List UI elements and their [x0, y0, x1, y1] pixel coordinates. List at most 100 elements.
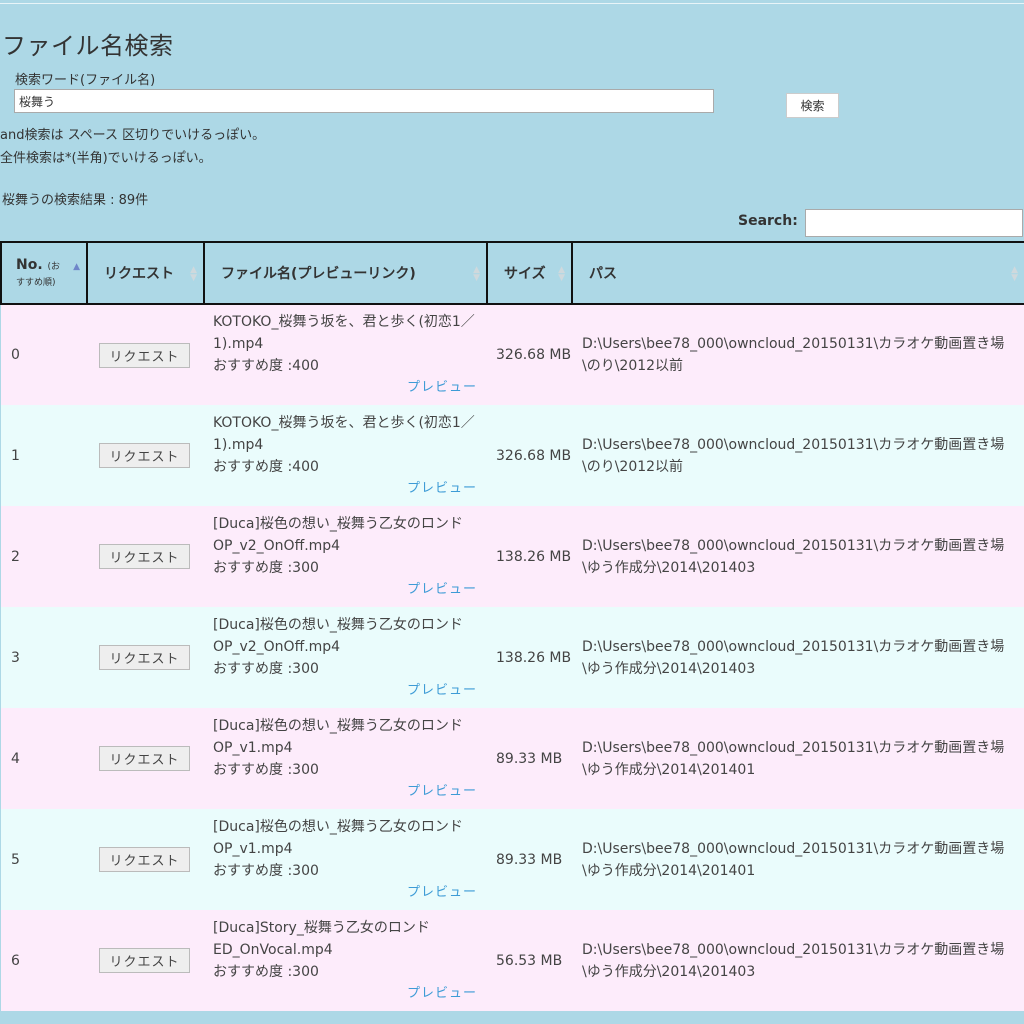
search-label: 検索ワード(ファイル名)	[15, 73, 156, 88]
request-cell: リクエスト	[87, 506, 204, 607]
search-button[interactable]: 検索	[786, 93, 839, 118]
file-name: [Duca]桜色の想い_桜舞う乙女のロンドOP_v2_OnOff.mp4	[213, 515, 463, 554]
column-header-no[interactable]: No. (お すすめ順) ▲	[0, 241, 88, 305]
file-size: 89.33 MB	[487, 809, 572, 910]
help-text-all-search: 全件検索は*(半角)でいけるっぽい。	[0, 151, 212, 166]
filename-cell: [Duca]桜色の想い_桜舞う乙女のロンドOP_v1.mp4 おすすめ度 :30…	[204, 809, 487, 910]
table-row: 3 リクエスト [Duca]桜色の想い_桜舞う乙女のロンドOP_v2_OnOff…	[1, 607, 1024, 708]
search-input[interactable]	[14, 89, 714, 113]
column-header-path[interactable]: パス ▲ ▼	[571, 241, 1024, 305]
sort-ascending-icon: ▲	[73, 262, 80, 272]
filename-cell: [Duca]Story_桜舞う乙女のロンドED_OnVocal.mp4 おすすめ…	[204, 910, 487, 1011]
file-name: [Duca]桜色の想い_桜舞う乙女のロンドOP_v1.mp4	[213, 717, 463, 756]
path-cell: D:\Users\bee78_000\owncloud_20150131\カラオ…	[572, 506, 1024, 607]
results-table-body: 0 リクエスト KOTOKO_桜舞う坂を、君と歩く(初恋1／1).mp4 おすす…	[1, 304, 1024, 1011]
row-number: 6	[1, 910, 87, 1011]
column-header-size[interactable]: サイズ ▲ ▼	[486, 241, 573, 305]
recommendation-score: おすすめ度 :300	[213, 862, 319, 879]
request-cell: リクエスト	[87, 910, 204, 1011]
path-cell: D:\Users\bee78_000\owncloud_20150131\カラオ…	[572, 607, 1024, 708]
preview-link[interactable]: プレビュー	[213, 983, 487, 1005]
column-header-request-label: リクエスト	[104, 266, 174, 282]
page-title: ファイル名検索	[2, 32, 174, 60]
preview-link[interactable]: プレビュー	[213, 377, 487, 399]
row-number: 3	[1, 607, 87, 708]
file-size: 326.68 MB	[487, 304, 572, 405]
file-path: D:\Users\bee78_000\owncloud_20150131\カラオ…	[582, 840, 1005, 879]
table-row: 0 リクエスト KOTOKO_桜舞う坂を、君と歩く(初恋1／1).mp4 おすす…	[1, 304, 1024, 405]
request-button[interactable]: リクエスト	[99, 544, 190, 569]
column-header-no-label: No.	[16, 257, 43, 273]
path-cell: D:\Users\bee78_000\owncloud_20150131\カラオ…	[572, 708, 1024, 809]
results-table: No. (お すすめ順) ▲ リクエスト ▲ ▼ ファイル名(プレビューリンク) …	[0, 241, 1024, 1011]
file-path: D:\Users\bee78_000\owncloud_20150131\カラオ…	[582, 739, 1005, 778]
request-cell: リクエスト	[87, 809, 204, 910]
column-header-request[interactable]: リクエスト ▲ ▼	[86, 241, 205, 305]
request-button[interactable]: リクエスト	[99, 746, 190, 771]
sort-both-icon: ▲ ▼	[1011, 265, 1018, 283]
filename-cell: [Duca]桜色の想い_桜舞う乙女のロンドOP_v2_OnOff.mp4 おすす…	[204, 607, 487, 708]
table-search-label: Search:	[738, 213, 798, 229]
request-cell: リクエスト	[87, 607, 204, 708]
file-name: KOTOKO_桜舞う坂を、君と歩く(初恋1／1).mp4	[213, 414, 475, 453]
recommendation-score: おすすめ度 :400	[213, 358, 319, 374]
filename-cell: [Duca]桜色の想い_桜舞う乙女のロンドOP_v2_OnOff.mp4 おすす…	[204, 506, 487, 607]
file-size: 89.33 MB	[487, 708, 572, 809]
recommendation-score: おすすめ度 :300	[213, 559, 319, 576]
sort-both-icon: ▲ ▼	[473, 265, 480, 283]
file-size: 326.68 MB	[487, 405, 572, 506]
recommendation-score: おすすめ度 :300	[213, 963, 319, 980]
request-button[interactable]: リクエスト	[99, 342, 190, 368]
row-number: 2	[1, 506, 87, 607]
table-row: 5 リクエスト [Duca]桜色の想い_桜舞う乙女のロンドOP_v1.mp4 お…	[1, 809, 1024, 910]
filename-cell: KOTOKO_桜舞う坂を、君と歩く(初恋1／1).mp4 おすすめ度 :400 …	[204, 304, 487, 405]
path-cell: D:\Users\bee78_000\owncloud_20150131\カラオ…	[572, 405, 1024, 506]
table-row: 1 リクエスト KOTOKO_桜舞う坂を、君と歩く(初恋1／1).mp4 おすす…	[1, 405, 1024, 506]
preview-link[interactable]: プレビュー	[213, 882, 487, 904]
recommendation-score: おすすめ度 :300	[213, 761, 319, 778]
table-row: 4 リクエスト [Duca]桜色の想い_桜舞う乙女のロンドOP_v1.mp4 お…	[1, 708, 1024, 809]
column-header-filename[interactable]: ファイル名(プレビューリンク) ▲ ▼	[203, 241, 488, 305]
request-cell: リクエスト	[87, 304, 204, 405]
file-path: D:\Users\bee78_000\owncloud_20150131\カラオ…	[582, 941, 1005, 980]
file-path: D:\Users\bee78_000\owncloud_20150131\カラオ…	[582, 436, 1005, 475]
file-name: KOTOKO_桜舞う坂を、君と歩く(初恋1／1).mp4	[213, 314, 475, 352]
path-cell: D:\Users\bee78_000\owncloud_20150131\カラオ…	[572, 304, 1024, 405]
preview-link[interactable]: プレビュー	[213, 478, 487, 500]
request-button[interactable]: リクエスト	[99, 847, 190, 872]
top-divider	[0, 3, 1024, 4]
table-row: 6 リクエスト [Duca]Story_桜舞う乙女のロンドED_OnVocal.…	[1, 910, 1024, 1011]
request-button[interactable]: リクエスト	[99, 948, 190, 973]
preview-link[interactable]: プレビュー	[213, 579, 487, 601]
row-number: 5	[1, 809, 87, 910]
help-text-and-search: and検索は スペース 区切りでいけるっぽい。	[0, 128, 266, 143]
table-header-row: No. (お すすめ順) ▲ リクエスト ▲ ▼ ファイル名(プレビューリンク) …	[0, 241, 1024, 305]
table-search-input[interactable]	[805, 209, 1023, 237]
filename-cell: KOTOKO_桜舞う坂を、君と歩く(初恋1／1).mp4 おすすめ度 :400 …	[204, 405, 487, 506]
file-name: [Duca]Story_桜舞う乙女のロンドED_OnVocal.mp4	[213, 919, 430, 958]
recommendation-score: おすすめ度 :300	[213, 660, 319, 677]
request-cell: リクエスト	[87, 708, 204, 809]
file-size: 56.53 MB	[487, 910, 572, 1011]
preview-link[interactable]: プレビュー	[213, 781, 487, 803]
request-button[interactable]: リクエスト	[99, 443, 190, 468]
request-button[interactable]: リクエスト	[99, 645, 190, 670]
path-cell: D:\Users\bee78_000\owncloud_20150131\カラオ…	[572, 809, 1024, 910]
row-number: 1	[1, 405, 87, 506]
column-header-size-label: サイズ	[504, 266, 546, 282]
preview-link[interactable]: プレビュー	[213, 680, 487, 702]
path-cell: D:\Users\bee78_000\owncloud_20150131\カラオ…	[572, 910, 1024, 1011]
filename-cell: [Duca]桜色の想い_桜舞う乙女のロンドOP_v1.mp4 おすすめ度 :30…	[204, 708, 487, 809]
column-header-no-sub2: すすめ順)	[16, 278, 56, 288]
request-cell: リクエスト	[87, 405, 204, 506]
file-name: [Duca]桜色の想い_桜舞う乙女のロンドOP_v2_OnOff.mp4	[213, 616, 463, 655]
sort-both-icon: ▲ ▼	[558, 265, 565, 283]
column-header-filename-label: ファイル名(プレビューリンク)	[221, 266, 416, 282]
file-name: [Duca]桜色の想い_桜舞う乙女のロンドOP_v1.mp4	[213, 818, 463, 857]
file-size: 138.26 MB	[487, 506, 572, 607]
recommendation-score: おすすめ度 :400	[213, 458, 319, 475]
column-header-path-label: パス	[589, 266, 617, 282]
column-header-no-sub: (お	[47, 262, 61, 272]
file-size: 138.26 MB	[487, 607, 572, 708]
result-count: 桜舞うの検索結果 : 89件	[2, 193, 149, 208]
